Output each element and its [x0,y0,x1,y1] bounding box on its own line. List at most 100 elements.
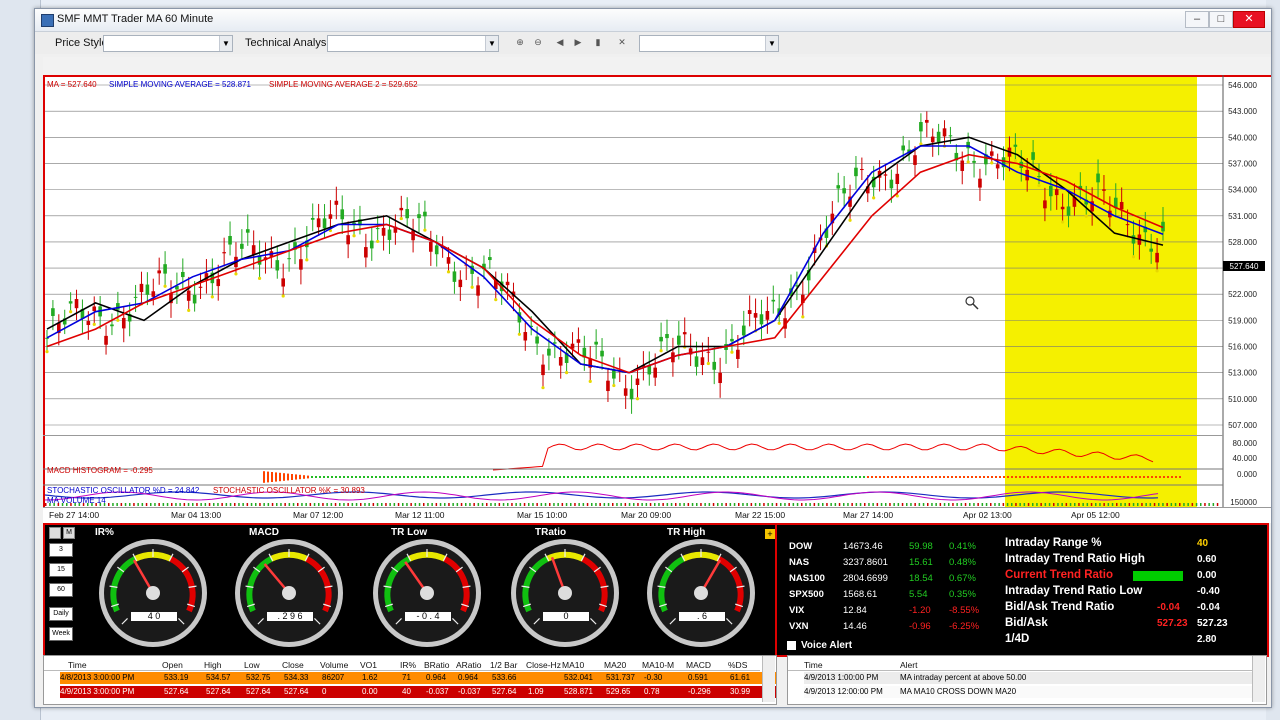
ratio-value-1: 527.23 [1157,618,1188,629]
voice-alert-checkbox[interactable] [787,641,796,650]
alert-message: MA intraday percent at above 50.00 [900,673,1027,682]
volume-bar [599,503,601,506]
candle-body [677,335,681,345]
volume-bar [460,503,463,506]
volume-bar [368,503,370,506]
ratio-label: Intraday Range % [1005,537,1102,549]
macd-bar [799,476,801,478]
macd-bar [647,476,649,478]
volume-bar [175,503,177,506]
price-style-select[interactable]: ▼ [103,35,233,52]
candle-body [181,271,185,278]
minute-mode-icon[interactable]: M [63,527,75,539]
period-button-60[interactable]: 60 [49,583,73,597]
gauge-hub [694,586,708,600]
macd-bar [1043,476,1045,478]
macd-bar [791,476,793,478]
gauge-value: . 2 9 6 [267,612,313,621]
candle-body [458,279,463,288]
scroll-left-icon[interactable]: ◀ [553,36,567,49]
macd-bar [379,476,381,478]
period-button-daily[interactable]: Daily [49,607,73,621]
table-cell: 527.64 [164,687,189,696]
candle-body [334,200,339,205]
volume-bar [591,503,593,506]
add-icon[interactable]: + [765,529,775,539]
macd-bar [611,476,613,478]
candle-body [228,235,232,245]
candle-body [340,209,345,220]
table-scrollbar[interactable] [762,656,775,702]
macd-bar [531,476,533,478]
date-tick-label: Mar 20 09:00 [621,510,672,520]
scroll-right-icon[interactable]: ▶ [571,36,585,49]
candle-body [759,314,764,325]
macd-bar [915,476,917,478]
signal-dot [848,218,852,222]
candle-body [310,217,315,220]
macd-bar [619,476,621,478]
candle-body [1131,235,1136,244]
candle-body [541,364,545,376]
zoom-out-icon[interactable]: ⊖ [531,36,545,49]
volume-bar [864,503,866,506]
app-icon [41,14,54,27]
fit-chart-icon[interactable]: ▮ [591,36,605,49]
period-button-week[interactable]: Week [49,627,73,641]
price-tick-label: 543.000 [1228,107,1257,116]
minimize-button[interactable]: – [1185,11,1209,28]
volume-bar [196,503,198,506]
candle-body [92,306,97,312]
alert-row[interactable]: 4/9/2013 12:00:00 PM MA MA10 CROSS DOWN M… [804,686,1252,698]
volume-bar [1061,503,1063,506]
macd-bar [435,476,437,478]
maximize-button[interactable]: □ [1209,11,1233,28]
macd-bar [1075,476,1077,478]
grid-view-icon[interactable] [49,527,61,539]
macd-bar [1131,476,1133,478]
zoom-in-icon[interactable]: ⊕ [513,36,527,49]
table-row[interactable]: 4/8/2013 3:00:00 PM 533.19 534.57 532.75 534… [60,672,776,684]
volume-bar [876,503,879,506]
macd-bar [727,476,729,478]
candle-body [966,141,970,149]
table-cell: 40 [402,687,411,696]
volume-bar [801,503,803,506]
volume-bar [595,503,597,506]
macd-bar [999,476,1001,478]
ratio-value-1: -0.04 [1157,602,1180,613]
macd-bar [371,476,373,478]
period-button-15[interactable]: 15 [49,563,73,577]
period-button-3[interactable]: 3 [49,543,73,557]
index-percent: -8.55% [949,605,980,616]
table-row[interactable]: 4/9/2013 3:00:00 PM 527.64 527.64 527.64 527… [60,686,776,698]
macd-bar [487,476,489,478]
subpanel-divider [43,435,1223,436]
table-cell: 527.64 [246,687,271,696]
candle-body [405,209,409,219]
price-chart[interactable]: 546.000 543.000 540.000 537.000 534.000 531.0… [43,75,1271,507]
volume-bar [57,503,60,506]
volume-bar [473,503,475,506]
volume-bar [977,503,979,506]
price-tick-label: 513.000 [1228,369,1257,378]
main-window: SMF MMT Trader MA 60 Minute – □ ✕ Price … [34,8,1272,708]
candle-body [417,214,421,219]
technical-analysis-select[interactable]: ▼ [327,35,499,52]
alert-row[interactable]: 4/9/2013 1:00:00 PM MA intraday percent a… [804,672,1252,684]
candle-body [316,218,321,228]
close-button[interactable]: ✕ [1233,11,1265,28]
volume-bar [82,503,85,506]
candle-body [251,245,256,255]
volume-bar [360,503,362,506]
candle-body [854,167,858,177]
candle-body [771,299,776,302]
macd-bar [979,476,981,478]
symbol-select[interactable]: ▼ [639,35,779,52]
macd-bar [883,476,885,478]
clear-icon[interactable]: ✕ [615,36,629,49]
alerts-scrollbar[interactable] [1252,656,1265,702]
volume-bar [439,503,442,506]
chevron-down-icon: ▼ [765,36,778,51]
volume-bar [994,503,996,506]
